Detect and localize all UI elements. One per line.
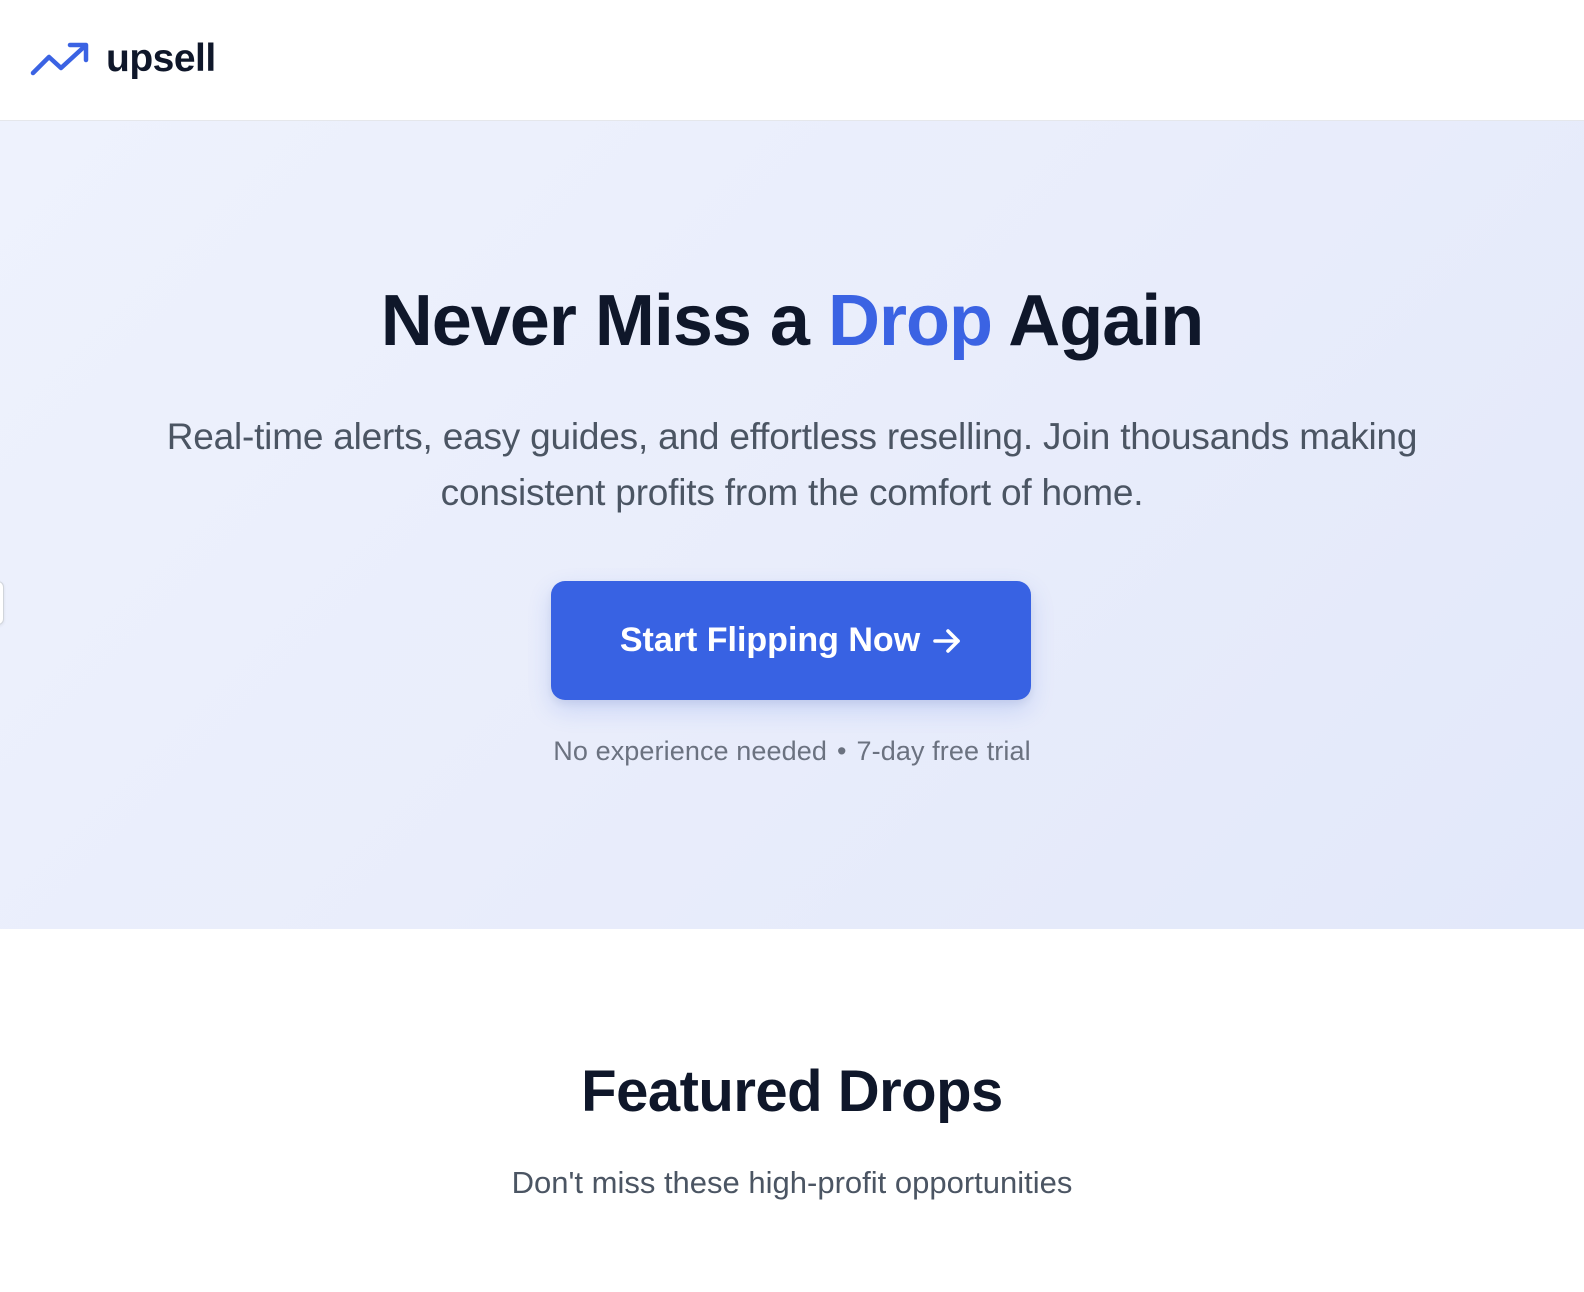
page: upsell Never Miss a Drop Again Real-time… [0,0,1584,1292]
hero-section: Never Miss a Drop Again Real-time alerts… [0,121,1584,929]
side-tab-handle[interactable] [0,581,4,625]
brand-name: upsell [106,36,216,80]
hero-subtitle: Real-time alerts, easy guides, and effor… [166,416,1418,513]
start-flipping-button[interactable]: Start Flipping Now [551,581,1031,700]
hero-title: Never Miss a Drop Again [0,285,1584,357]
arrow-right-icon [933,628,960,653]
hero-note-separator: • [836,736,847,766]
hero-note-trial: 7-day free trial [856,736,1031,766]
hero-title-accent: Drop [827,281,993,361]
hero-note: No experience needed • 7-day free trial [0,736,1584,767]
brand-logo-link[interactable]: upsell [30,36,216,80]
hero-title-part2: Again [991,281,1204,361]
hero-title-part1: Never Miss a [380,281,828,361]
start-flipping-button-label: Start Flipping Now [619,621,921,659]
featured-subtitle: Don't miss these high-profit opportuniti… [511,1165,1073,1200]
featured-title: Featured Drops [581,1059,1003,1124]
hero-note-experience: No experience needed [553,736,827,766]
featured-drops-section: Featured Drops Don't miss these high-pro… [0,929,1584,1292]
site-header: upsell [0,0,1584,121]
trending-up-icon [30,42,89,76]
